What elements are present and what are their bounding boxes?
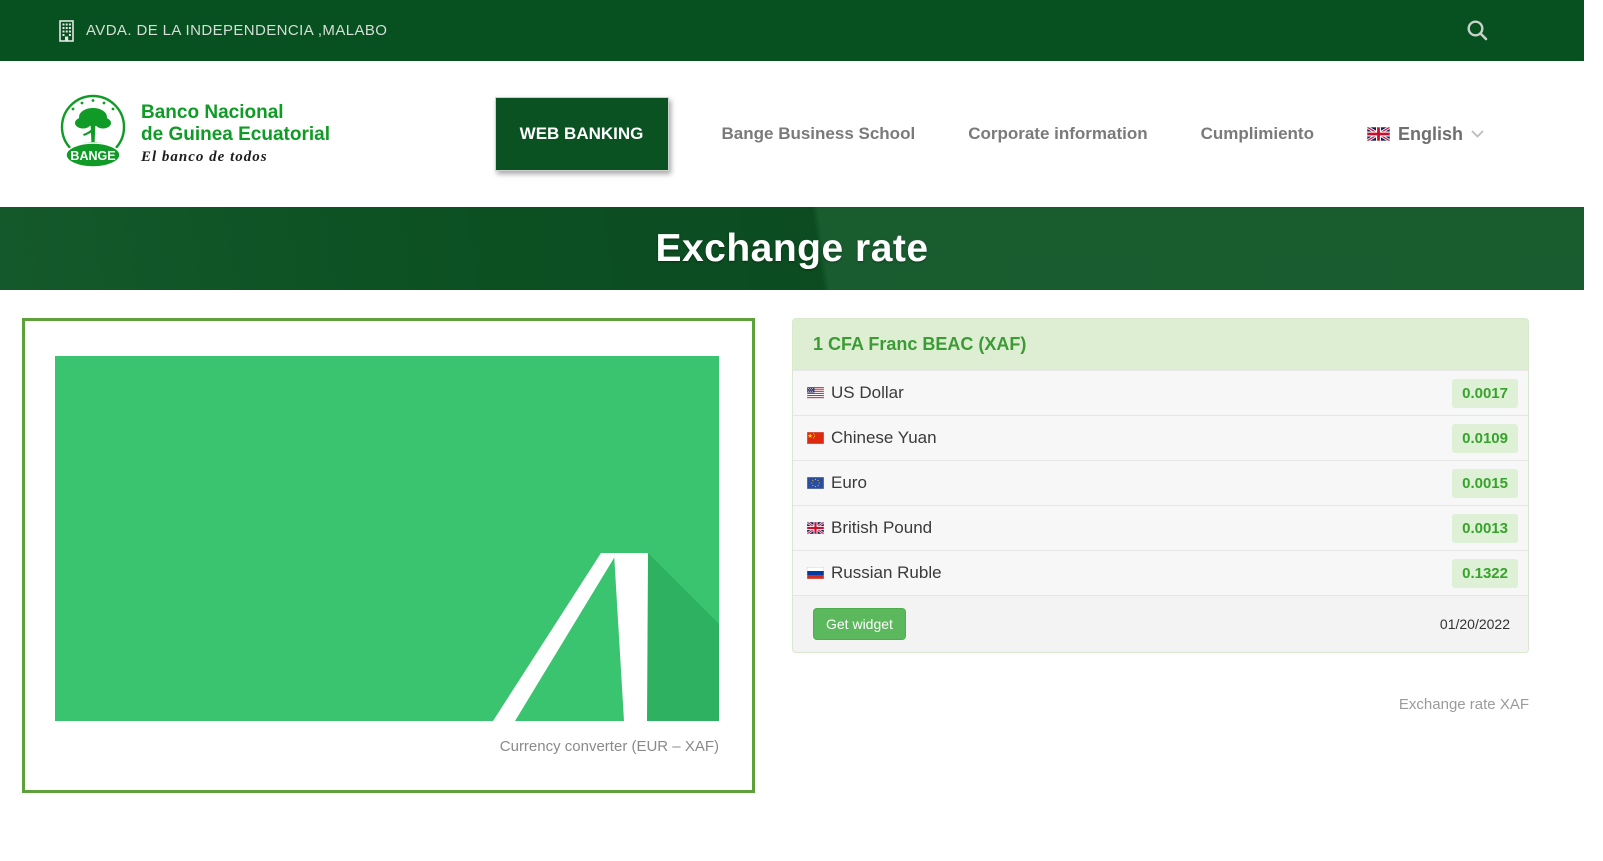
rate-value: 0.0017 [1452, 379, 1518, 408]
rate-row-euro: Euro 0.0015 [793, 460, 1528, 505]
bank-name-line2: de Guinea Ecuatorial [141, 124, 330, 146]
rates-footer: Get widget 01/20/2022 [793, 595, 1528, 652]
rate-value: 0.0013 [1452, 514, 1518, 543]
us-flag-icon [807, 387, 824, 399]
currency-name: Euro [831, 473, 1452, 493]
rate-value: 0.0109 [1452, 424, 1518, 453]
page: AVDA. DE LA INDEPENDENCIA ,MALABO [0, 0, 1584, 793]
rates-date: 01/20/2022 [1440, 616, 1510, 632]
rate-row-russian-ruble: Russian Ruble 0.1322 [793, 550, 1528, 595]
building-icon [57, 19, 76, 43]
svg-text:BANGE: BANGE [70, 149, 115, 163]
currency-converter-image [55, 356, 719, 721]
topbar: AVDA. DE LA INDEPENDENCIA ,MALABO [0, 0, 1584, 61]
search-icon[interactable] [1466, 19, 1489, 42]
rate-row-us-dollar: US Dollar 0.0017 [793, 370, 1528, 415]
page-title: Exchange rate [655, 227, 928, 271]
rates-title: 1 CFA Franc BEAC (XAF) [793, 319, 1528, 370]
cn-flag-icon [807, 432, 824, 444]
site-header: BANGE Banco Nacional de Guinea Ecuatoria… [0, 61, 1584, 207]
nav-item-bange-business-school[interactable]: Bange Business School [722, 124, 916, 144]
address-block: AVDA. DE LA INDEPENDENCIA ,MALABO [57, 19, 1466, 43]
converter-caption: Currency converter (EUR – XAF) [55, 738, 719, 755]
page-banner: Exchange rate [0, 207, 1584, 290]
gb-flag-icon [807, 522, 824, 534]
currency-name: US Dollar [831, 383, 1452, 403]
nav-item-cumplimiento[interactable]: Cumplimiento [1201, 124, 1314, 144]
rates-column: 1 CFA Franc BEAC (XAF) [792, 318, 1529, 713]
nav-item-corporate-information[interactable]: Corporate information [968, 124, 1147, 144]
currency-converter-card: Currency converter (EUR – XAF) [22, 318, 755, 793]
rate-value: 0.1322 [1452, 559, 1518, 588]
rate-value: 0.0015 [1452, 469, 1518, 498]
exchange-rates-widget: 1 CFA Franc BEAC (XAF) [792, 318, 1529, 653]
main-content: Currency converter (EUR – XAF) 1 CFA Fra… [0, 290, 1584, 793]
rate-row-chinese-yuan: Chinese Yuan 0.0109 [793, 415, 1528, 460]
currency-name: Chinese Yuan [831, 428, 1452, 448]
rate-row-british-pound: British Pound 0.0013 [793, 505, 1528, 550]
currency-name: British Pound [831, 518, 1452, 538]
bank-name-line1: Banco Nacional [141, 102, 330, 124]
language-label: English [1398, 124, 1463, 145]
bange-tree-emblem-icon: BANGE [57, 93, 129, 175]
bank-logo[interactable]: BANGE Banco Nacional de Guinea Ecuatoria… [57, 93, 330, 175]
chevron-down-icon [1471, 130, 1484, 138]
bank-name: Banco Nacional de Guinea Ecuatorial El b… [141, 102, 330, 167]
uk-flag-icon [1367, 127, 1390, 141]
currency-name: Russian Ruble [831, 563, 1452, 583]
bank-tagline: El banco de todos [141, 149, 330, 166]
branch-address: AVDA. DE LA INDEPENDENCIA ,MALABO [86, 22, 387, 39]
exchange-rate-xaf-note: Exchange rate XAF [792, 696, 1529, 713]
eu-flag-icon [807, 477, 824, 489]
main-nav: WEB BANKING Bange Business School Corpor… [495, 97, 1484, 171]
language-selector[interactable]: English [1367, 124, 1484, 145]
get-widget-button[interactable]: Get widget [813, 608, 906, 640]
ru-flag-icon [807, 567, 824, 579]
web-banking-button[interactable]: WEB BANKING [495, 97, 669, 171]
